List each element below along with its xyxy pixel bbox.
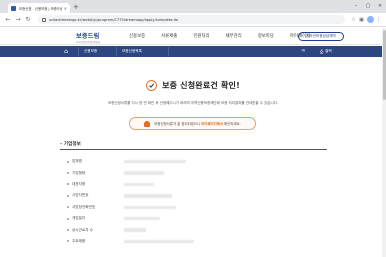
nav-item-civil[interactable]: 민원처리: [193, 33, 209, 39]
tab-close-icon[interactable]: ×: [64, 6, 67, 11]
notice-prefix: 보증신청서류가 잘 정리되었으니: [154, 122, 202, 126]
window-controls: – ▢ ×: [350, 0, 386, 11]
info-label: 상시근로자 수: [72, 227, 93, 232]
bullet: [67, 160, 69, 163]
info-value-redacted: [124, 205, 176, 209]
bullet: [67, 217, 69, 220]
extension-icon[interactable]: ▣: [358, 16, 365, 23]
logo-subtext: 지역신용보증재단중앙회: [76, 41, 101, 44]
breadcrumb-divider: [168, 47, 169, 56]
info-label: 주요제품: [72, 238, 86, 243]
breadcrumb-item-2[interactable]: 보증신청목록: [122, 49, 142, 54]
info-row-business-number: 사업자번호: [67, 190, 327, 201]
info-label: 업체명: [72, 159, 82, 164]
tab-strip: 보증신청 - 신용보증 | 보증드림 × + – ▢ ×: [0, 0, 386, 13]
info-label: 개업일자: [72, 216, 86, 221]
logo-text: 보증드림: [76, 33, 100, 40]
lock-icon: [42, 17, 46, 22]
bullet: [67, 172, 69, 175]
breadcrumb-divider: [116, 47, 117, 56]
page-description: 보증신청서류를 다시 한 번 확인 후 신청해주시기 바라며 지역신용보증재단에…: [107, 101, 279, 105]
page-title-row: 보증 신청완료건 확인!: [0, 80, 386, 91]
nav-item-documents[interactable]: 서류제출: [161, 33, 177, 39]
notice-box: 보증신청서류가 잘 정리되었으니 마이페이지에서 확인하세요.: [129, 117, 256, 130]
info-row-ceo-name: 대표자명: [67, 179, 327, 190]
info-value-redacted: [124, 159, 186, 164]
bullet: [67, 206, 69, 209]
scrollbar-thumb[interactable]: [382, 30, 386, 100]
info-row-open-date: 개업일자: [67, 213, 327, 224]
info-value-redacted: [124, 216, 160, 221]
page-title: 보증 신청완료건 확인!: [162, 81, 240, 90]
profile-avatar[interactable]: [367, 16, 374, 23]
favicon-icon: [11, 5, 16, 11]
maximize-button[interactable]: ▢: [362, 0, 374, 11]
info-label: 대표자명: [72, 181, 86, 186]
back-arrow-icon[interactable]: ←: [4, 16, 12, 24]
browser-tab[interactable]: 보증신청 - 신용보증 | 보증드림 ×: [8, 3, 70, 13]
breadcrumb-divider: [78, 47, 79, 56]
browser-chrome: 보증신청 - 신용보증 | 보증드림 × + – ▢ × ← → ↻ untac…: [0, 0, 386, 27]
main-nav: 신용보증 서류제출 민원처리 채무관리 정보마당 마이페이지: [129, 33, 326, 39]
site-header: 보증드림 지역신용보증재단중앙회 신용보증 서류제출 민원처리 채무관리 정보마…: [0, 28, 386, 45]
check-circle-icon: [146, 80, 158, 91]
info-label: 사업자번호: [72, 193, 89, 198]
nav-item-info[interactable]: 정보마당: [258, 33, 274, 39]
bullet: [67, 229, 69, 232]
info-row-products: 주요제품: [67, 236, 327, 247]
bell-icon: [144, 120, 151, 127]
info-value-redacted: [124, 171, 164, 175]
notice-text: 보증신청서류가 잘 정리되었으니 마이페이지에서 확인하세요.: [154, 121, 241, 126]
home-icon[interactable]: ⌂: [62, 48, 70, 55]
nav-item-debt[interactable]: 채무관리: [226, 33, 242, 39]
info-row-company-type: 기업형태: [67, 167, 327, 178]
address-bar[interactable]: untactdreamgo.kr/web/k/p/program/C775/dr…: [38, 15, 345, 24]
forward-arrow-icon[interactable]: →: [14, 16, 22, 24]
site-logo[interactable]: 보증드림 지역신용보증재단중앙회: [76, 31, 100, 44]
reload-icon[interactable]: ↻: [24, 16, 32, 24]
notice-highlight: 마이페이지에서: [201, 122, 223, 126]
info-label: 사업장전화번호: [72, 204, 96, 209]
info-value-redacted: [124, 194, 172, 198]
consult-booking-button[interactable]: 온라인보증상담예약: [298, 32, 344, 41]
share-icon[interactable]: ⋖: [301, 48, 305, 54]
info-value-redacted: [124, 239, 194, 244]
breadcrumb-item-1[interactable]: 신용보증: [84, 49, 97, 54]
info-row-phone: 사업장전화번호: [67, 202, 327, 213]
info-value-redacted: [124, 182, 154, 187]
minimize-button[interactable]: –: [350, 0, 362, 11]
notice-suffix: 확인하세요.: [222, 122, 241, 126]
print-label: 출력: [325, 49, 332, 53]
info-row-employees: 상시근로자 수: [67, 224, 327, 235]
page-scrollbar[interactable]: [382, 28, 386, 257]
url-text: untactdreamgo.kr/web/k/p/program/C775/dr…: [49, 17, 179, 22]
new-tab-button[interactable]: +: [73, 3, 79, 12]
menu-dots-icon[interactable]: ⋮: [375, 16, 382, 23]
section-divider: [60, 149, 327, 150]
nav-item-guarantee[interactable]: 신용보증: [129, 33, 145, 39]
print-button[interactable]: ⎙ 출력: [320, 49, 332, 54]
section-title: – 기업정보: [60, 142, 81, 147]
bullet: [67, 194, 69, 197]
company-info-list: 업체명 기업형태 대표자명 사업자번호 사업장전화번호 개업일자 상시근로자 수…: [67, 156, 327, 247]
info-row-company-name: 업체명: [67, 156, 327, 167]
info-value-redacted: [124, 228, 146, 232]
bullet: [67, 240, 69, 243]
star-icon[interactable]: ☆: [350, 16, 357, 23]
print-icon: ⎙: [320, 49, 324, 54]
bullet: [67, 183, 69, 186]
browser-toolbar: ← → ↻ untactdreamgo.kr/web/k/p/program/C…: [0, 13, 386, 27]
section-title-text: 기업정보: [63, 142, 81, 147]
tab-title: 보증신청 - 신용보증 | 보증드림: [19, 6, 62, 11]
close-window-button[interactable]: ×: [374, 0, 386, 11]
location-bar: ⌂ 신용보증 보증신청목록 ⋖ ⎙ 출력: [0, 46, 386, 57]
info-label: 기업형태: [72, 170, 86, 175]
